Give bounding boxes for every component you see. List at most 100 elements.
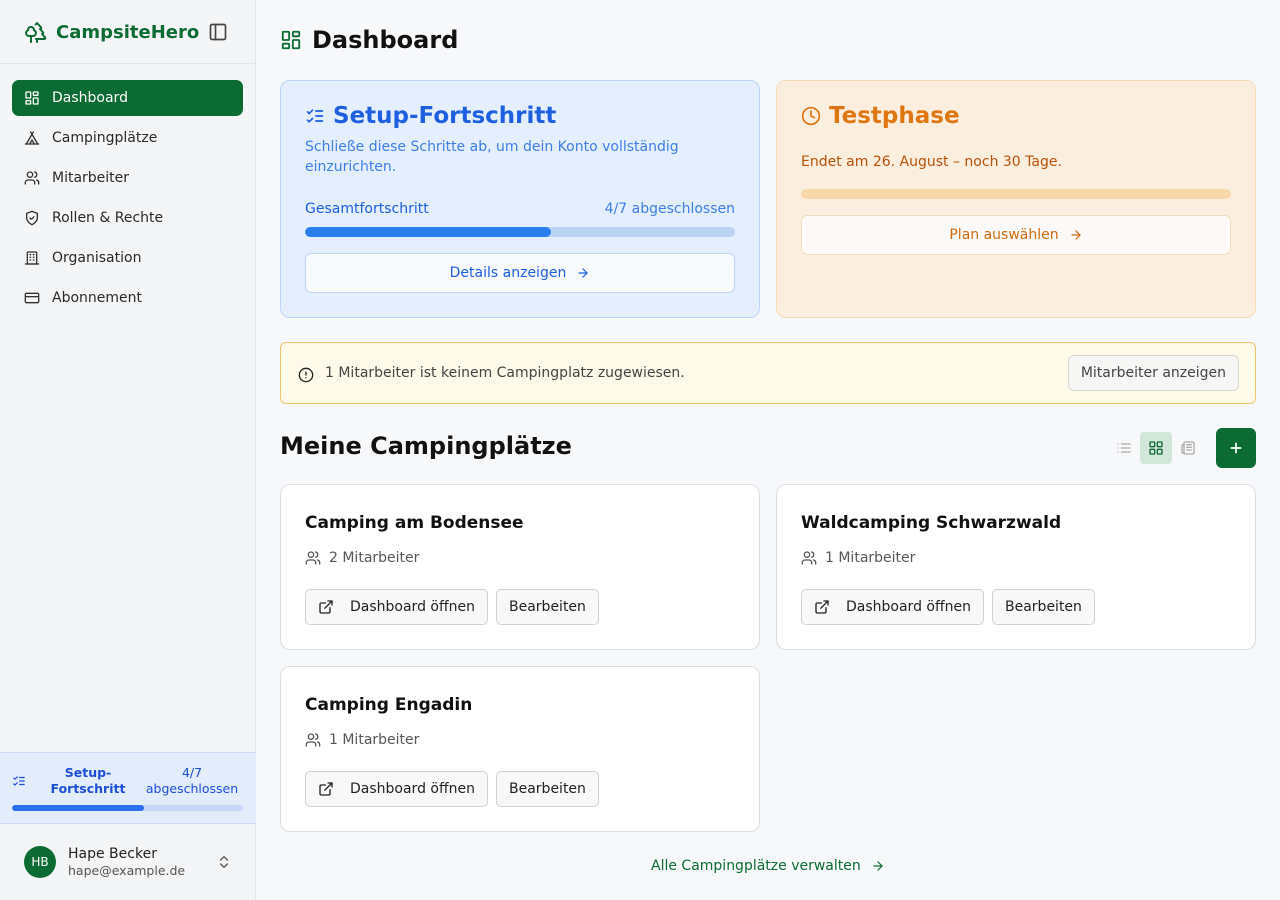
campsite-name: Camping Engadin	[305, 695, 473, 715]
checklist-icon	[306, 109, 324, 123]
arrow-right-icon	[578, 268, 588, 278]
sidebar-item-label: Abonnement	[52, 290, 143, 306]
sidebar-item-subscription[interactable]: Abonnement	[12, 280, 243, 316]
arrow-right-icon	[873, 861, 883, 871]
campsite-staff: 1 Mitarbeiter	[305, 732, 419, 748]
user-name: Hape Becker	[68, 846, 157, 862]
unassigned-staff-alert: 1 Mitarbeiter ist keinem Campingplatz zu…	[280, 342, 1256, 404]
users-icon	[24, 171, 40, 185]
sidebar-item-label: Campingplätze	[52, 130, 158, 146]
newspaper-icon	[1181, 441, 1195, 455]
setup-progress-bar	[305, 227, 735, 237]
users-icon	[305, 733, 321, 747]
sidebar-toggle-icon[interactable]	[208, 22, 228, 42]
alert-message: 1 Mitarbeiter ist keinem Campingplatz zu…	[325, 365, 685, 381]
sidebar-progress-title: Setup-Fortschritt	[50, 765, 126, 796]
add-campsite-button[interactable]	[1216, 428, 1256, 468]
sidebar-setup-progress[interactable]: Setup-Fortschritt 4/7 abgeschlossen	[0, 752, 256, 824]
details-button[interactable]: Details anzeigen	[305, 253, 735, 293]
sidebar-nav: Dashboard Campingplätze Mitarbeiter Roll…	[12, 80, 243, 320]
edit-campsite-button[interactable]: Bearbeiten	[496, 589, 599, 625]
dashboard-icon	[25, 91, 39, 105]
open-dashboard-label: Dashboard öffnen	[350, 599, 475, 615]
avatar: HB	[24, 846, 56, 878]
tree-logo-icon	[25, 22, 47, 43]
dashboard-icon	[281, 30, 301, 50]
grid-icon	[1149, 441, 1163, 455]
campsite-staff-count: 1 Mitarbeiter	[825, 550, 916, 566]
campsite-staff: 1 Mitarbeiter	[801, 550, 915, 566]
campsite-card: Camping am Bodensee 2 Mitarbeiter Dashbo…	[280, 484, 760, 650]
external-link-icon	[319, 782, 333, 796]
user-info: Hape Becker hape@example.de	[68, 845, 185, 879]
sidebar-divider	[0, 63, 256, 64]
setup-progress-count: 4/7 abgeschlossen	[604, 201, 735, 217]
setup-progress-label: Gesamtfortschritt	[305, 201, 429, 217]
setup-progress-card: Setup-Fortschritt Schließe diese Schritt…	[280, 80, 760, 318]
shield-icon	[26, 210, 38, 226]
choose-plan-label: Plan auswählen	[949, 227, 1059, 243]
list-icon	[1117, 443, 1131, 453]
trial-card-title: Testphase	[829, 103, 960, 129]
campsite-staff-count: 2 Mitarbeiter	[329, 550, 420, 566]
campsite-staff: 2 Mitarbeiter	[305, 550, 419, 566]
external-link-icon	[319, 600, 333, 614]
sidebar-progress-fill	[12, 805, 144, 811]
sidebar-item-roles[interactable]: Rollen & Rechte	[12, 200, 243, 236]
campsite-card: Waldcamping Schwarzwald 1 Mitarbeiter Da…	[776, 484, 1256, 650]
open-dashboard-label: Dashboard öffnen	[846, 599, 971, 615]
open-dashboard-button[interactable]: Dashboard öffnen	[305, 771, 488, 807]
campsite-name: Waldcamping Schwarzwald	[801, 513, 1062, 533]
compact-view-button[interactable]	[1172, 432, 1204, 464]
manage-campsites-link[interactable]: Alle Campingplätze verwalten	[651, 858, 885, 874]
sidebar-progress-count: 4/7 abgeschlossen	[145, 765, 239, 796]
setup-progress-fill	[305, 227, 551, 237]
choose-plan-button[interactable]: Plan auswählen	[801, 215, 1231, 255]
page-title-text: Dashboard	[312, 26, 459, 54]
user-email: hape@example.de	[68, 863, 186, 878]
setup-card-header: Setup-Fortschritt	[305, 103, 556, 129]
sidebar-progress-bar	[12, 805, 243, 811]
brand: CampsiteHero	[24, 18, 232, 46]
building-icon	[24, 251, 40, 265]
view-switcher	[1108, 432, 1204, 464]
plus-icon	[1230, 442, 1242, 454]
open-dashboard-button[interactable]: Dashboard öffnen	[305, 589, 488, 625]
manage-campsites-label: Alle Campingplätze verwalten	[651, 858, 861, 874]
details-button-label: Details anzeigen	[449, 265, 567, 281]
setup-card-title: Setup-Fortschritt	[333, 103, 557, 129]
chevrons-up-down-icon	[220, 856, 228, 868]
users-icon	[801, 551, 817, 565]
trial-card: Testphase Endet am 26. August – noch 30 …	[776, 80, 1256, 318]
external-link-icon	[815, 600, 829, 614]
trial-card-description: Endet am 26. August – noch 30 Tage.	[801, 154, 1062, 170]
sidebar-item-dashboard[interactable]: Dashboard	[12, 80, 243, 116]
show-staff-button[interactable]: Mitarbeiter anzeigen	[1067, 355, 1239, 391]
sidebar: CampsiteHero Dashboard Campingplätze Mit…	[0, 0, 256, 900]
setup-card-description: Schließe diese Schritte ab, um dein Kont…	[305, 139, 679, 175]
clock-icon	[801, 106, 821, 126]
sidebar-item-campsites[interactable]: Campingplätze	[12, 120, 243, 156]
list-view-button[interactable]	[1108, 432, 1140, 464]
sidebar-item-label: Mitarbeiter	[52, 170, 130, 186]
edit-campsite-button[interactable]: Bearbeiten	[496, 771, 599, 807]
sidebar-item-label: Organisation	[52, 250, 142, 266]
sidebar-item-label: Dashboard	[52, 90, 128, 106]
campsite-name: Camping am Bodensee	[305, 513, 524, 533]
page-title: Dashboard	[280, 24, 458, 56]
users-icon	[305, 551, 321, 565]
checklist-icon	[13, 776, 25, 786]
user-menu[interactable]: HB Hape Becker hape@example.de	[24, 844, 236, 880]
open-dashboard-label: Dashboard öffnen	[350, 781, 475, 797]
sidebar-item-staff[interactable]: Mitarbeiter	[12, 160, 243, 196]
campsite-card: Camping Engadin 1 Mitarbeiter Dashboard …	[280, 666, 760, 832]
credit-card-icon	[24, 292, 40, 304]
open-dashboard-button[interactable]: Dashboard öffnen	[801, 589, 984, 625]
campsite-staff-count: 1 Mitarbeiter	[329, 732, 420, 748]
tent-icon	[24, 131, 40, 145]
edit-campsite-button[interactable]: Bearbeiten	[992, 589, 1095, 625]
sidebar-item-organisation[interactable]: Organisation	[12, 240, 243, 276]
grid-view-button[interactable]	[1140, 432, 1172, 464]
alert-circle-icon	[298, 367, 314, 383]
trial-card-header: Testphase	[801, 103, 960, 129]
